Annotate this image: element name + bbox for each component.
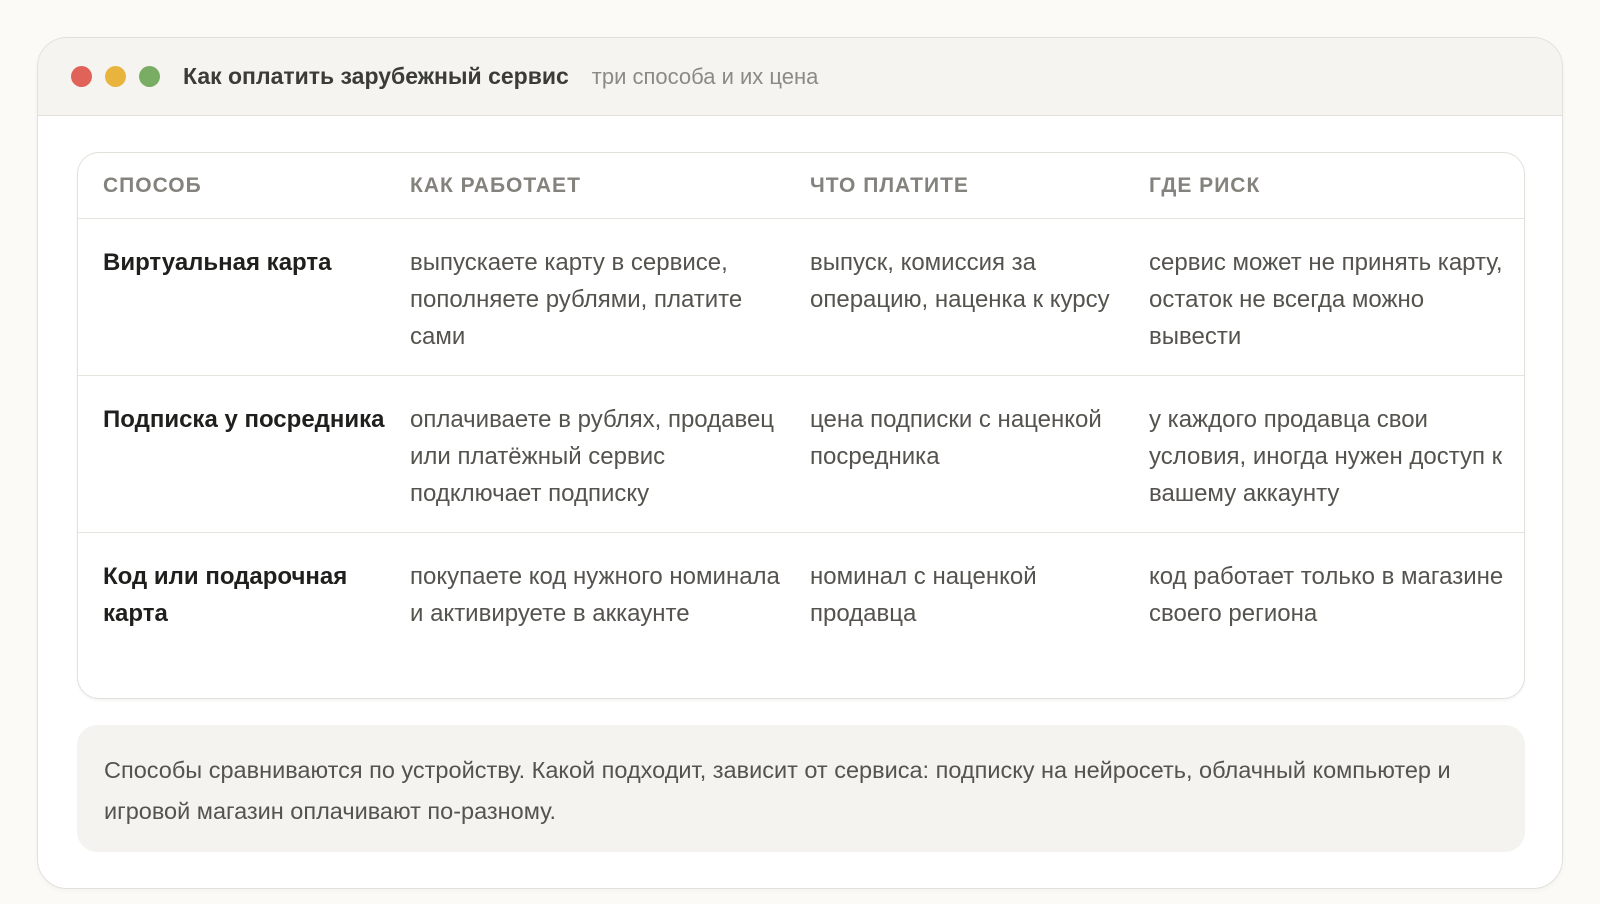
method-cost: выпуск, комиссия за операцию, наценка к … xyxy=(810,249,1110,313)
method-risk: код работает только в магазине своего ре… xyxy=(1149,563,1504,627)
window-title: Как оплатить зарубежный сервис xyxy=(183,63,569,89)
method-cost: номинал с наценкой продавца xyxy=(810,563,1037,627)
table-row: Код или подарочная карта покупаете код н… xyxy=(78,533,1524,698)
comparison-table: СПОСОБ КАК РАБОТАЕТ ЧТО ПЛАТИТЕ ГДЕ РИСК… xyxy=(77,152,1525,699)
method-risk: у каждого продавца свои условия, иногда … xyxy=(1149,406,1503,507)
close-window-button[interactable] xyxy=(71,66,92,87)
minimize-window-button[interactable] xyxy=(105,66,126,87)
method-how: оплачиваете в рублях, продавец или платё… xyxy=(410,406,775,507)
maximize-window-button[interactable] xyxy=(139,66,160,87)
column-header-method: СПОСОБ xyxy=(103,174,202,197)
table-row: Подписка у посредника оплачиваете в рубл… xyxy=(78,376,1524,533)
footnote: Способы сравниваются по устройству. Како… xyxy=(77,725,1525,852)
method-how: выпускаете карту в сервисе, пополняете р… xyxy=(410,249,743,350)
method-name: Подписка у посредника xyxy=(103,406,385,433)
table-header-row: СПОСОБ КАК РАБОТАЕТ ЧТО ПЛАТИТЕ ГДЕ РИСК xyxy=(78,153,1524,219)
method-cost: цена подписки с наценкой посредника xyxy=(810,406,1102,470)
column-header-risk: ГДЕ РИСК xyxy=(1149,174,1261,197)
app-window: Как оплатить зарубежный сервис три спосо… xyxy=(37,37,1563,889)
method-risk: сервис может не принять карту, остаток н… xyxy=(1149,249,1503,350)
column-header-how: КАК РАБОТАЕТ xyxy=(410,174,581,197)
title-bar: Как оплатить зарубежный сервис три спосо… xyxy=(38,38,1562,116)
method-name: Код или подарочная карта xyxy=(103,563,348,627)
method-how: покупаете код нужного номинала и активир… xyxy=(410,563,780,627)
column-header-cost: ЧТО ПЛАТИТЕ xyxy=(810,174,969,197)
method-name: Виртуальная карта xyxy=(103,249,332,276)
table-row: Виртуальная карта выпускаете карту в сер… xyxy=(78,219,1524,376)
window-subtitle: три способа и их цена xyxy=(591,63,819,89)
